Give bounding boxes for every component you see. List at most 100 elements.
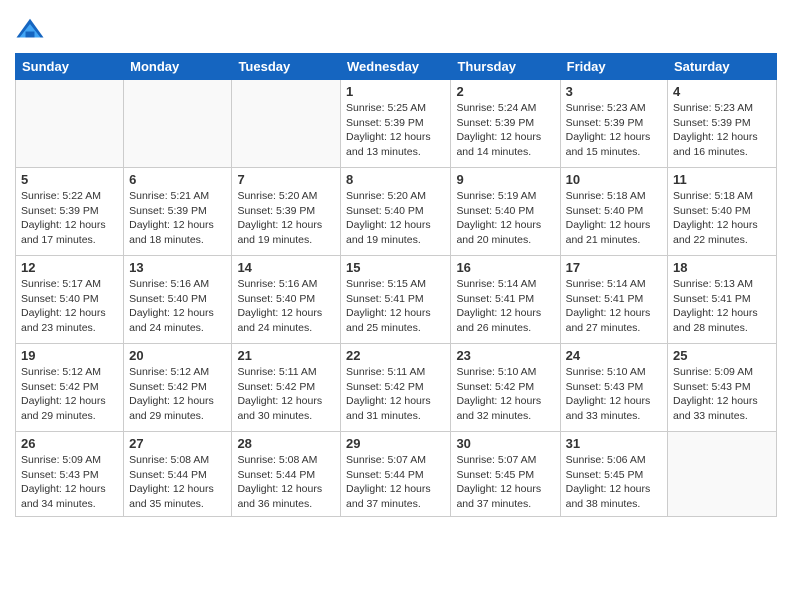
calendar-cell: 26Sunrise: 5:09 AM Sunset: 5:43 PM Dayli… [16,432,124,517]
calendar-cell: 29Sunrise: 5:07 AM Sunset: 5:44 PM Dayli… [341,432,451,517]
day-number: 28 [237,436,335,451]
day-info: Sunrise: 5:21 AM Sunset: 5:39 PM Dayligh… [129,189,226,248]
day-number: 3 [566,84,662,99]
calendar-cell: 4 Sunrise: 5:23 AM Sunset: 5:39 PM Daylig… [668,80,777,168]
day-info: Sunrise: 5:22 AM Sunset: 5:39 PM Dayligh… [21,189,118,248]
calendar-cell: 9 Sunrise: 5:19 AM Sunset: 5:40 PM Daylig… [451,168,560,256]
day-info: Sunrise: 5:16 AM Sunset: 5:40 PM Dayligh… [129,277,226,336]
day-info: Sunrise: 5:20 AM Sunset: 5:39 PM Dayligh… [237,189,335,248]
calendar-cell [124,80,232,168]
calendar-week-row: 1 Sunrise: 5:25 AM Sunset: 5:39 PM Daylig… [16,80,777,168]
calendar-cell: 25 Sunrise: 5:09 AM Sunset: 5:43 PM Dayli… [668,344,777,432]
calendar-header-row: SundayMondayTuesdayWednesdayThursdayFrid… [16,54,777,80]
calendar-cell [668,432,777,517]
calendar-cell: 1 Sunrise: 5:25 AM Sunset: 5:39 PM Daylig… [341,80,451,168]
day-info: Sunrise: 5:09 AM Sunset: 5:43 PM Dayligh… [673,365,771,424]
day-number: 22 [346,348,445,363]
calendar-cell: 8 Sunrise: 5:20 AM Sunset: 5:40 PM Daylig… [341,168,451,256]
day-number: 14 [237,260,335,275]
calendar-cell [232,80,341,168]
day-info: Sunrise: 5:15 AM Sunset: 5:41 PM Dayligh… [346,277,445,336]
day-number: 13 [129,260,226,275]
day-number: 1 [346,84,445,99]
day-info: Sunrise: 5:24 AM Sunset: 5:39 PM Dayligh… [456,101,554,160]
day-info: Sunrise: 5:08 AM Sunset: 5:44 PM Dayligh… [129,453,226,512]
calendar-header-wednesday: Wednesday [341,54,451,80]
calendar-cell: 13 Sunrise: 5:16 AM Sunset: 5:40 PM Dayli… [124,256,232,344]
logo [15,15,47,45]
day-number: 15 [346,260,445,275]
day-info: Sunrise: 5:12 AM Sunset: 5:42 PM Dayligh… [129,365,226,424]
calendar-cell: 10 Sunrise: 5:18 AM Sunset: 5:40 PM Dayli… [560,168,667,256]
day-info: Sunrise: 5:14 AM Sunset: 5:41 PM Dayligh… [566,277,662,336]
day-number: 18 [673,260,771,275]
calendar-cell: 12 Sunrise: 5:17 AM Sunset: 5:40 PM Dayli… [16,256,124,344]
calendar-cell: 18 Sunrise: 5:13 AM Sunset: 5:41 PM Dayli… [668,256,777,344]
day-number: 11 [673,172,771,187]
day-info: Sunrise: 5:11 AM Sunset: 5:42 PM Dayligh… [346,365,445,424]
calendar-cell: 20 Sunrise: 5:12 AM Sunset: 5:42 PM Dayli… [124,344,232,432]
day-number: 7 [237,172,335,187]
logo-icon [15,15,45,45]
calendar-cell: 23 Sunrise: 5:10 AM Sunset: 5:42 PM Dayli… [451,344,560,432]
calendar-header-tuesday: Tuesday [232,54,341,80]
day-info: Sunrise: 5:09 AM Sunset: 5:43 PM Dayligh… [21,453,118,512]
day-info: Sunrise: 5:17 AM Sunset: 5:40 PM Dayligh… [21,277,118,336]
day-number: 10 [566,172,662,187]
day-info: Sunrise: 5:08 AM Sunset: 5:44 PM Dayligh… [237,453,335,512]
calendar-cell: 27 Sunrise: 5:08 AM Sunset: 5:44 PM Dayli… [124,432,232,517]
day-info: Sunrise: 5:12 AM Sunset: 5:42 PM Dayligh… [21,365,118,424]
calendar-header-saturday: Saturday [668,54,777,80]
calendar-cell: 2 Sunrise: 5:24 AM Sunset: 5:39 PM Daylig… [451,80,560,168]
day-number: 6 [129,172,226,187]
day-info: Sunrise: 5:14 AM Sunset: 5:41 PM Dayligh… [456,277,554,336]
day-number: 29 [346,436,445,451]
calendar-cell [16,80,124,168]
day-info: Sunrise: 5:11 AM Sunset: 5:42 PM Dayligh… [237,365,335,424]
day-number: 30 [456,436,554,451]
calendar-cell: 5Sunrise: 5:22 AM Sunset: 5:39 PM Daylig… [16,168,124,256]
calendar-cell: 17 Sunrise: 5:14 AM Sunset: 5:41 PM Dayli… [560,256,667,344]
day-number: 8 [346,172,445,187]
day-info: Sunrise: 5:06 AM Sunset: 5:45 PM Dayligh… [566,453,662,512]
calendar-cell: 19 Sunrise: 5:12 AM Sunset: 5:42 PM Dayli… [16,344,124,432]
day-info: Sunrise: 5:10 AM Sunset: 5:42 PM Dayligh… [456,365,554,424]
day-number: 25 [673,348,771,363]
page-header [15,10,777,45]
day-number: 16 [456,260,554,275]
calendar-cell: 15 Sunrise: 5:15 AM Sunset: 5:41 PM Dayli… [341,256,451,344]
day-info: Sunrise: 5:16 AM Sunset: 5:40 PM Dayligh… [237,277,335,336]
day-info: Sunrise: 5:13 AM Sunset: 5:41 PM Dayligh… [673,277,771,336]
day-number: 9 [456,172,554,187]
day-info: Sunrise: 5:19 AM Sunset: 5:40 PM Dayligh… [456,189,554,248]
day-number: 31 [566,436,662,451]
day-number: 17 [566,260,662,275]
day-number: 19 [21,348,118,363]
day-info: Sunrise: 5:20 AM Sunset: 5:40 PM Dayligh… [346,189,445,248]
calendar-week-row: 12 Sunrise: 5:17 AM Sunset: 5:40 PM Dayli… [16,256,777,344]
calendar-cell: 22 Sunrise: 5:11 AM Sunset: 5:42 PM Dayli… [341,344,451,432]
calendar-table: SundayMondayTuesdayWednesdayThursdayFrid… [15,53,777,517]
day-info: Sunrise: 5:07 AM Sunset: 5:45 PM Dayligh… [456,453,554,512]
page-container: SundayMondayTuesdayWednesdayThursdayFrid… [0,0,792,527]
day-number: 23 [456,348,554,363]
day-number: 27 [129,436,226,451]
calendar-week-row: 19 Sunrise: 5:12 AM Sunset: 5:42 PM Dayli… [16,344,777,432]
day-info: Sunrise: 5:18 AM Sunset: 5:40 PM Dayligh… [673,189,771,248]
day-number: 21 [237,348,335,363]
calendar-cell: 11 Sunrise: 5:18 AM Sunset: 5:40 PM Dayli… [668,168,777,256]
calendar-header-sunday: Sunday [16,54,124,80]
calendar-cell: 16 Sunrise: 5:14 AM Sunset: 5:41 PM Dayli… [451,256,560,344]
calendar-cell: 6 Sunrise: 5:21 AM Sunset: 5:39 PM Daylig… [124,168,232,256]
calendar-cell: 30 Sunrise: 5:07 AM Sunset: 5:45 PM Dayli… [451,432,560,517]
day-info: Sunrise: 5:18 AM Sunset: 5:40 PM Dayligh… [566,189,662,248]
day-info: Sunrise: 5:23 AM Sunset: 5:39 PM Dayligh… [673,101,771,160]
day-number: 24 [566,348,662,363]
day-number: 4 [673,84,771,99]
day-number: 12 [21,260,118,275]
day-number: 2 [456,84,554,99]
day-number: 20 [129,348,226,363]
calendar-header-thursday: Thursday [451,54,560,80]
calendar-header-friday: Friday [560,54,667,80]
day-info: Sunrise: 5:25 AM Sunset: 5:39 PM Dayligh… [346,101,445,160]
